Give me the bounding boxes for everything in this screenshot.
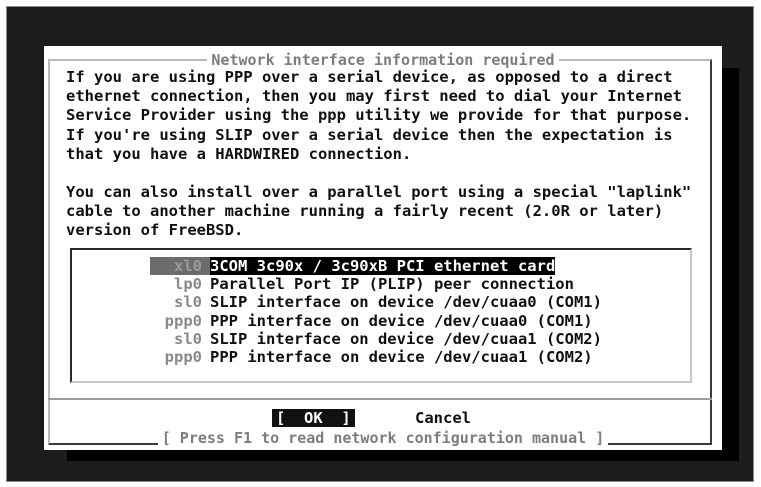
interface-item-sl0-com1[interactable]: sl0 SLIP interface on device /dev/cuaa0 (… — [150, 293, 670, 311]
interface-description: SLIP interface on device /dev/cuaa0 (COM… — [210, 293, 602, 312]
interface-description: PPP interface on device /dev/cuaa1 (COM2… — [210, 347, 593, 366]
interface-description: PPP interface on device /dev/cuaa0 (COM1… — [210, 311, 593, 330]
message-line: You can also install over a parallel por… — [66, 183, 692, 202]
message-line: If you are using PPP over a serial devic… — [66, 68, 673, 86]
interface-tag: sl0 — [174, 329, 202, 348]
interface-item-xl0[interactable]: xl0 3COM 3c90x / 3c90xB PCI ethernet card — [150, 257, 670, 276]
message-line: ethernet connection, then you may first … — [66, 87, 682, 106]
help-hint: [ Press F1 to read network configuration… — [44, 429, 722, 447]
interface-item-ppp0-com2[interactable]: ppp0 PPP interface on device /dev/cuaa1 (… — [150, 348, 670, 366]
interface-tag: xl0 — [150, 257, 210, 276]
ok-button[interactable]: [ OK ] — [272, 409, 355, 427]
interface-item-ppp0-com1[interactable]: ppp0 PPP interface on device /dev/cuaa0 (… — [150, 312, 670, 330]
interface-tag: ppp0 — [164, 311, 202, 330]
interface-tag: ppp0 — [164, 347, 202, 366]
message-line: version of FreeBSD. — [66, 221, 244, 240]
dialog-title: Network interface information required — [44, 51, 722, 69]
interface-list: xl0 3COM 3c90x / 3c90xB PCI ethernet card… — [150, 257, 670, 366]
message-line: cable to another machine running a fairl… — [66, 202, 664, 221]
interface-tag: sl0 — [174, 293, 202, 312]
button-separator — [48, 398, 712, 400]
cancel-button[interactable]: Cancel — [415, 409, 471, 427]
dialog-message: If you are using PPP over a serial devic… — [66, 68, 706, 241]
interface-description: 3COM 3c90x / 3c90xB PCI ethernet card — [210, 257, 556, 276]
message-line: If you're using SLIP over a serial devic… — [66, 125, 673, 144]
interface-description: Parallel Port IP (PLIP) peer connection — [210, 275, 574, 294]
interface-description: SLIP interface on device /dev/cuaa1 (COM… — [210, 329, 602, 348]
message-line: Service Provider using the ppp utility w… — [66, 106, 692, 125]
interface-tag: lp0 — [174, 275, 202, 294]
interface-item-sl0-com2[interactable]: sl0 SLIP interface on device /dev/cuaa1 (… — [150, 330, 670, 348]
network-interface-dialog: Network interface information required I… — [44, 46, 722, 450]
message-line: that you have a HARDWIRED connection. — [66, 144, 412, 163]
interface-item-lp0[interactable]: lp0 Parallel Port IP (PLIP) peer connecti… — [150, 275, 670, 293]
